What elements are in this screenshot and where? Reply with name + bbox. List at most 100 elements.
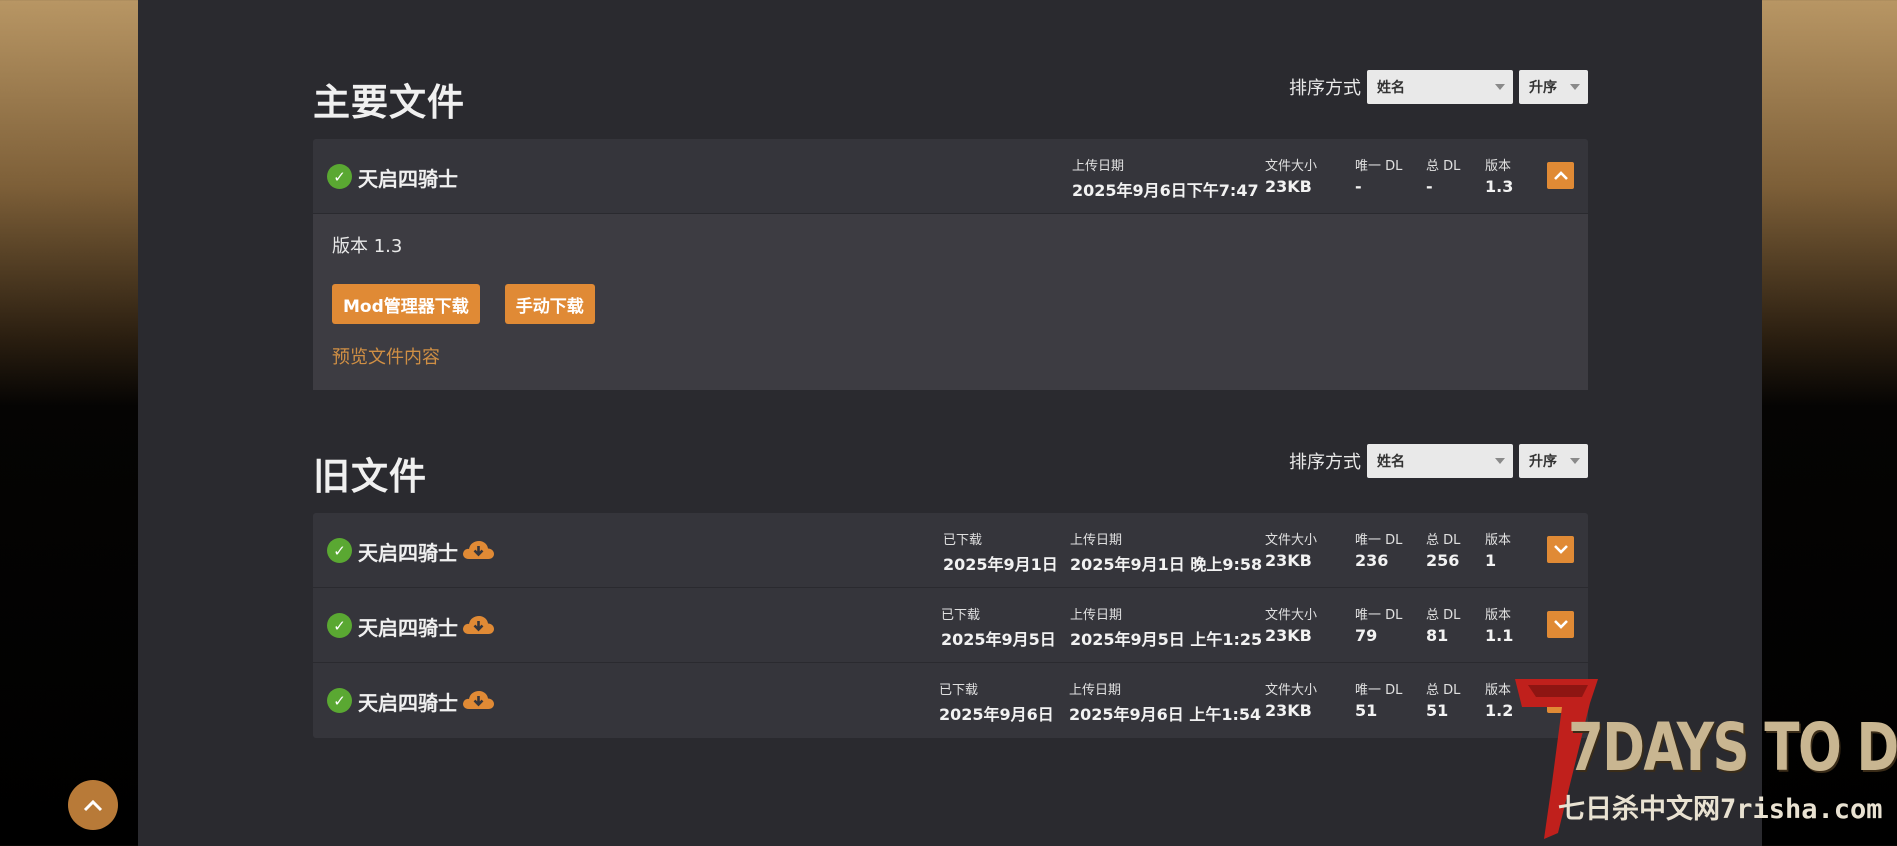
file-name: 天启四骑士 bbox=[358, 691, 458, 715]
main-sort-field-value: 姓名 bbox=[1377, 80, 1405, 96]
upload-date-label: 上传日期 bbox=[1070, 608, 1123, 623]
check-circle-icon: ✓ bbox=[327, 164, 352, 189]
file-size-stat: 文件大小 23KB bbox=[1265, 529, 1317, 570]
chevron-up-icon bbox=[1553, 171, 1568, 180]
old-sort-order-select[interactable]: 升序 bbox=[1519, 444, 1588, 478]
main-sort-controls: 排序方式 姓名 升序 bbox=[1289, 70, 1588, 104]
total-dl-stat: 总 DL 81 bbox=[1426, 604, 1460, 645]
chevron-down-icon bbox=[1553, 545, 1568, 554]
expand-button[interactable] bbox=[1547, 611, 1574, 638]
cloud-download-icon bbox=[463, 691, 494, 709]
unique-dl-value: 236 bbox=[1355, 551, 1389, 570]
unique-dl-stat: 唯一 DL 236 bbox=[1355, 529, 1402, 570]
upload-date-label: 上传日期 bbox=[1070, 533, 1123, 548]
old-sort-order-value: 升序 bbox=[1529, 454, 1557, 470]
unique-dl-label: 唯一 DL bbox=[1355, 159, 1403, 174]
file-size-value: 23KB bbox=[1265, 177, 1312, 196]
mod-manager-download-button[interactable]: Mod管理器下载 bbox=[332, 284, 480, 324]
total-dl-label: 总 DL bbox=[1426, 533, 1461, 548]
file-size-label: 文件大小 bbox=[1265, 608, 1318, 623]
upload-date-stat: 上传日期 2025年9月6日 上午1:54 bbox=[1069, 679, 1261, 725]
old-sort-field-select[interactable]: 姓名 bbox=[1367, 444, 1513, 478]
file-size-label: 文件大小 bbox=[1265, 159, 1318, 174]
caret-down-icon bbox=[1570, 84, 1580, 90]
caret-down-icon bbox=[1495, 84, 1505, 90]
total-dl-label: 总 DL bbox=[1426, 608, 1461, 623]
manual-download-button[interactable]: 手动下载 bbox=[504, 284, 595, 324]
unique-dl-stat: 唯一 DL 79 bbox=[1355, 604, 1402, 645]
main-file-row[interactable]: ✓ 天启四骑士 上传日期 2025年9月6日下午7:47 文件大小 23KB 唯… bbox=[313, 139, 1588, 214]
file-name: 天启四骑士 bbox=[358, 167, 458, 191]
upload-date-label: 上传日期 bbox=[1072, 159, 1125, 174]
upload-date-value: 2025年9月5日 上午1:25 bbox=[1070, 630, 1263, 649]
file-name: 天启四骑士 bbox=[358, 541, 458, 565]
collapse-button[interactable] bbox=[1547, 162, 1574, 189]
main-sort-order-value: 升序 bbox=[1529, 80, 1557, 96]
file-size-stat: 文件大小 23KB bbox=[1265, 604, 1317, 645]
downloaded-stat: 已下载 2025年9月6日 bbox=[939, 679, 1054, 725]
downloaded-value: 2025年9月6日 bbox=[939, 705, 1054, 724]
file-size-value: 23KB bbox=[1265, 551, 1312, 570]
total-dl-stat: 总 DL 51 bbox=[1426, 679, 1460, 720]
check-circle-icon: ✓ bbox=[327, 688, 352, 713]
check-circle-icon: ✓ bbox=[327, 538, 352, 563]
upload-date-value: 2025年9月6日下午7:47 bbox=[1072, 181, 1259, 200]
main-sort-order-select[interactable]: 升序 bbox=[1519, 70, 1588, 104]
caret-down-icon bbox=[1570, 458, 1580, 464]
preview-file-contents-link[interactable]: 预览文件内容 bbox=[332, 343, 440, 369]
downloaded-value: 2025年9月1日 bbox=[943, 555, 1058, 574]
version-label: 版本 bbox=[1485, 608, 1512, 623]
cloud-download-icon bbox=[463, 616, 494, 634]
downloaded-value: 2025年9月5日 bbox=[941, 630, 1056, 649]
unique-dl-value: - bbox=[1355, 177, 1362, 196]
version-stat: 版本 1 bbox=[1485, 529, 1511, 570]
main-files-title: 主要文件 bbox=[313, 81, 465, 124]
check-circle-icon: ✓ bbox=[327, 613, 352, 638]
unique-dl-value: 51 bbox=[1355, 701, 1378, 720]
version-label: 版本 bbox=[1485, 533, 1512, 548]
file-size-value: 23KB bbox=[1265, 701, 1312, 720]
main-files-header: 主要文件 排序方式 姓名 升序 bbox=[313, 62, 1588, 124]
main-sort-field-select[interactable]: 姓名 bbox=[1367, 70, 1513, 104]
logo-subtitle: 七日杀中文网7risha.com bbox=[1558, 794, 1883, 825]
download-buttons: Mod管理器下载 手动下载 bbox=[332, 284, 1569, 324]
back-to-top-button[interactable] bbox=[68, 780, 118, 830]
file-size-label: 文件大小 bbox=[1265, 683, 1318, 698]
total-dl-value: - bbox=[1426, 177, 1433, 196]
site-watermark-logo: 7DAYS TO DIE 七日杀中文网7risha.com bbox=[1510, 673, 1897, 843]
downloaded-stat: 已下载 2025年9月5日 bbox=[941, 604, 1056, 650]
upload-date-stat: 上传日期 2025年9月1日 晚上9:58 bbox=[1070, 529, 1262, 575]
main-file-card: ✓ 天启四骑士 上传日期 2025年9月6日下午7:47 文件大小 23KB 唯… bbox=[313, 139, 1588, 390]
old-file-row[interactable]: ✓ 天启四骑士 已下载 2025年9月1日 上传日期 2025年9月1日 晚上9… bbox=[313, 513, 1588, 588]
total-dl-value: 51 bbox=[1426, 701, 1449, 720]
upload-date-label: 上传日期 bbox=[1069, 683, 1122, 698]
total-dl-label: 总 DL bbox=[1426, 683, 1461, 698]
upload-date-stat: 上传日期 2025年9月6日下午7:47 bbox=[1072, 155, 1259, 201]
logo-title: 7DAYS TO DIE bbox=[1568, 709, 1897, 786]
main-sort-label: 排序方式 bbox=[1289, 78, 1361, 99]
old-file-row[interactable]: ✓ 天启四骑士 已下载 2025年9月5日 上传日期 2025年9月5日 上午1… bbox=[313, 588, 1588, 663]
total-dl-stat: 总 DL - bbox=[1426, 155, 1460, 196]
expand-button[interactable] bbox=[1547, 536, 1574, 563]
downloaded-label: 已下载 bbox=[943, 533, 983, 548]
version-value: 1 bbox=[1485, 551, 1497, 570]
chevron-down-icon bbox=[1553, 620, 1568, 629]
version-stat: 版本 1.1 bbox=[1485, 604, 1513, 645]
caret-down-icon bbox=[1495, 458, 1505, 464]
unique-dl-value: 79 bbox=[1355, 626, 1378, 645]
unique-dl-stat: 唯一 DL - bbox=[1355, 155, 1402, 196]
upload-date-stat: 上传日期 2025年9月5日 上午1:25 bbox=[1070, 604, 1262, 650]
cloud-download-icon bbox=[463, 541, 494, 559]
unique-dl-stat: 唯一 DL 51 bbox=[1355, 679, 1402, 720]
old-files-title: 旧文件 bbox=[313, 455, 427, 498]
downloaded-label: 已下载 bbox=[941, 608, 981, 623]
file-size-value: 23KB bbox=[1265, 626, 1312, 645]
old-sort-controls: 排序方式 姓名 升序 bbox=[1289, 444, 1588, 478]
file-size-label: 文件大小 bbox=[1265, 533, 1318, 548]
old-file-row[interactable]: ✓ 天启四骑士 已下载 2025年9月6日 上传日期 2025年9月6日 上午1… bbox=[313, 663, 1588, 738]
unique-dl-label: 唯一 DL bbox=[1355, 683, 1403, 698]
old-files-header: 旧文件 排序方式 姓名 升序 bbox=[313, 436, 1588, 498]
file-size-stat: 文件大小 23KB bbox=[1265, 155, 1317, 196]
version-label: 版本 bbox=[1485, 159, 1512, 174]
old-files-card: ✓ 天启四骑士 已下载 2025年9月1日 上传日期 2025年9月1日 晚上9… bbox=[313, 513, 1588, 738]
